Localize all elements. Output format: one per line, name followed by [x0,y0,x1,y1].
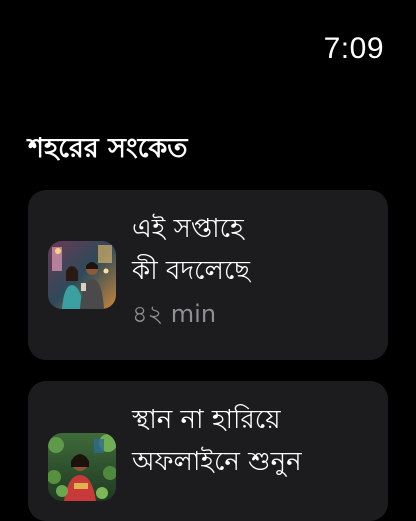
episode-thumbnail [48,433,116,501]
episode-info: স্থান না হারিয়ে অফলাইনে শুনুন [132,399,372,483]
episode-duration: ৪২ min [132,300,217,328]
episode-artwork-woman-plants-icon [48,433,116,501]
episode-artwork-couple-icon [48,241,116,309]
episode-card[interactable]: এই সপ্তাহে কী বদলেছে ৪২ min [28,190,388,360]
episode-title-line-1: স্থান না হারিয়ে [132,405,281,435]
section-title: শহরের সংকেত [28,133,188,164]
episode-info: এই সপ্তাহে কী বদলেছে ৪২ min [132,208,372,332]
episode-title: স্থান না হারিয়ে অফলাইনে শুনুন [132,399,372,483]
episode-title-line-2: অফলাইনে শুনুন [132,447,302,477]
episode-title: এই সপ্তাহে কী বদলেছে [132,208,372,292]
episode-title-line-2: কী বদলেছে [132,256,251,286]
episode-card[interactable]: স্থান না হারিয়ে অফলাইনে শুনুন [28,381,388,521]
status-time: 7:09 [323,32,384,65]
episode-thumbnail [48,241,116,309]
episode-title-line-1: এই সপ্তাহে [132,214,244,244]
